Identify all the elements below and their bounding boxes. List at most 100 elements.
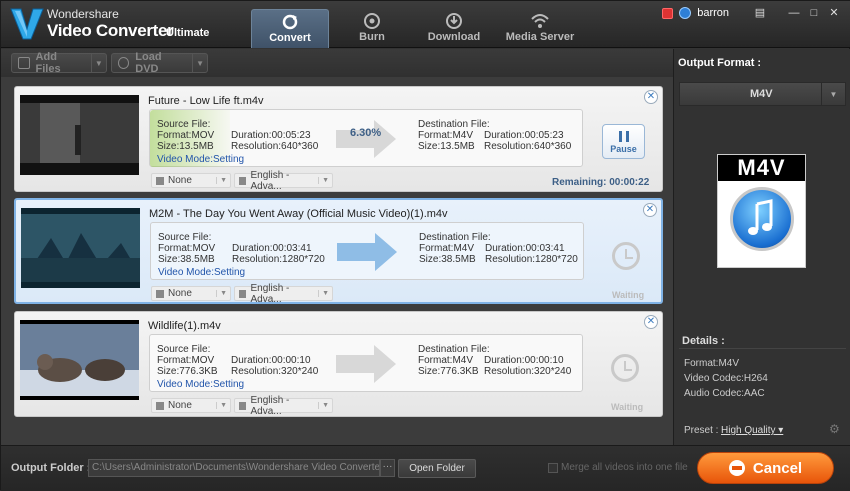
details-title: Details : <box>682 335 725 347</box>
file-info-box: Source File: Format:MOV Size:38.5MB Dura… <box>150 222 584 280</box>
pause-button[interactable]: Pause <box>602 124 645 159</box>
source-format: Format:MOV <box>158 243 216 254</box>
source-duration: Duration:00:00:10 <box>231 355 311 366</box>
preset-label: Preset : <box>684 425 719 436</box>
audio-select[interactable]: English - Adva... ▼ <box>234 170 333 192</box>
tab-download[interactable]: Download <box>415 9 493 48</box>
conversion-list: Future - Low Life ft.m4v ✕ Source File: … <box>1 77 673 445</box>
chevron-down-icon: ▼ <box>318 402 332 409</box>
load-dvd-label: Load DVD <box>135 51 162 75</box>
chevron-down-icon: ▼ <box>216 402 230 409</box>
audio-value: English - Adva... <box>250 169 290 192</box>
source-size: Size:38.5MB <box>158 254 215 265</box>
tab-convert[interactable]: Convert <box>251 9 329 48</box>
dest-format: Format:M4V <box>418 355 474 366</box>
load-dvd-button[interactable]: Load DVD ▼ <box>111 51 208 75</box>
close-icon[interactable]: ✕ <box>643 203 657 217</box>
itunes-icon <box>730 187 794 251</box>
video-mode-setting-link[interactable]: Video Mode:Setting <box>157 154 244 165</box>
merge-checkbox[interactable] <box>548 463 558 473</box>
chevron-down-icon: ▼ <box>318 177 332 184</box>
chevron-down-icon[interactable]: ▼ <box>90 54 106 72</box>
video-mode-setting-link[interactable]: Video Mode:Setting <box>158 267 245 278</box>
audio-select[interactable]: English - Adva... ▼ <box>234 395 333 417</box>
output-folder-label: Output Folder : <box>11 462 91 474</box>
detail-video-codec: Video Codec:H264 <box>684 373 768 384</box>
brand-product: Video Converter <box>47 21 174 40</box>
source-size: Size:776.3KB <box>157 366 218 377</box>
audio-select[interactable]: English - Adva... ▼ <box>234 283 333 305</box>
source-resolution: Resolution:640*360 <box>231 141 319 152</box>
speaker-icon <box>239 401 247 410</box>
tab-media-server[interactable]: Media Server <box>501 9 579 48</box>
output-format-select[interactable]: M4V ▼ <box>679 82 846 106</box>
maximize-button[interactable]: □ <box>807 6 821 20</box>
source-duration: Duration:00:05:23 <box>231 130 311 141</box>
source-size: Size:13.5MB <box>157 141 214 152</box>
divider <box>679 348 846 349</box>
video-thumbnail <box>20 95 139 175</box>
wifi-icon <box>531 14 549 28</box>
video-thumbnail <box>20 320 139 400</box>
gear-icon[interactable]: ⚙ <box>829 423 841 435</box>
remaining-time: Remaining: 00:00:22 <box>552 177 650 188</box>
list-item[interactable]: Wildlife(1).m4v ✕ Source File: Format:MO… <box>14 311 663 417</box>
detail-audio-codec: Audio Codec:AAC <box>684 388 765 399</box>
video-thumbnail <box>21 208 140 288</box>
dest-duration: Duration:00:03:41 <box>485 243 565 254</box>
clock-icon <box>611 354 639 382</box>
output-format-value: M4V <box>750 88 773 100</box>
brand-company: Wondershare <box>47 7 119 21</box>
tab-download-label: Download <box>427 31 481 43</box>
cancel-icon <box>728 460 745 476</box>
tab-burn[interactable]: Burn <box>333 9 411 48</box>
subtitle-select[interactable]: None ▼ <box>151 173 231 188</box>
dest-size: Size:38.5MB <box>419 254 476 265</box>
output-folder-path[interactable]: C:\Users\Administrator\Documents\Wonders… <box>88 459 380 477</box>
list-item[interactable]: Future - Low Life ft.m4v ✕ Source File: … <box>14 86 663 192</box>
preset-select[interactable]: High Quality ▾ <box>721 425 783 436</box>
subtitle-value: None <box>168 288 192 299</box>
file-name: Wildlife(1).m4v <box>148 320 221 332</box>
browse-button[interactable]: ··· <box>380 459 395 477</box>
open-folder-button[interactable]: Open Folder <box>398 459 476 478</box>
list-item[interactable]: M2M - The Day You Went Away (Official Mu… <box>14 198 663 305</box>
video-mode-setting-link[interactable]: Video Mode:Setting <box>157 379 244 390</box>
status-waiting: Waiting <box>612 290 645 300</box>
dest-title: Destination File: <box>419 232 491 243</box>
chevron-down-icon[interactable]: ▼ <box>192 54 207 72</box>
format-preview-icon[interactable]: M4V <box>717 154 806 268</box>
speaker-icon <box>239 176 247 185</box>
chevron-down-icon: ▼ <box>216 290 230 297</box>
subtitle-icon <box>156 176 164 185</box>
username[interactable]: barron <box>697 7 729 19</box>
chevron-down-icon: ▼ <box>216 177 230 184</box>
subtitle-select[interactable]: None ▼ <box>151 286 231 301</box>
dest-title: Destination File: <box>418 344 490 355</box>
close-icon[interactable]: ✕ <box>644 315 658 329</box>
progress-percent: 6.30% <box>350 127 382 139</box>
dest-resolution: Resolution:1280*720 <box>485 254 578 265</box>
subtitle-select[interactable]: None ▼ <box>151 398 231 413</box>
close-window-button[interactable]: ✕ <box>827 6 841 20</box>
feedback-icon[interactable]: ▤ <box>753 6 767 20</box>
dest-duration: Duration:00:00:10 <box>484 355 564 366</box>
detail-format: Format:M4V <box>684 358 740 369</box>
app-logo-icon <box>10 8 44 40</box>
source-format: Format:MOV <box>157 355 215 366</box>
merge-label: Merge all videos into one file <box>561 462 688 473</box>
status-waiting: Waiting <box>611 402 644 412</box>
file-name: M2M - The Day You Went Away (Official Mu… <box>149 208 448 220</box>
subtitle-icon <box>156 289 164 298</box>
chevron-down-icon: ▼ <box>821 83 845 105</box>
convert-arrow-icon <box>336 120 396 158</box>
close-icon[interactable]: ✕ <box>644 90 658 104</box>
minimize-button[interactable]: — <box>787 6 801 20</box>
gift-icon[interactable] <box>662 7 674 19</box>
file-name: Future - Low Life ft.m4v <box>148 95 264 107</box>
add-files-button[interactable]: Add Files ▼ <box>11 51 107 75</box>
convert-icon <box>282 14 298 30</box>
cancel-button[interactable]: Cancel <box>697 452 834 484</box>
dvd-icon <box>118 57 130 69</box>
speaker-icon <box>239 289 247 298</box>
